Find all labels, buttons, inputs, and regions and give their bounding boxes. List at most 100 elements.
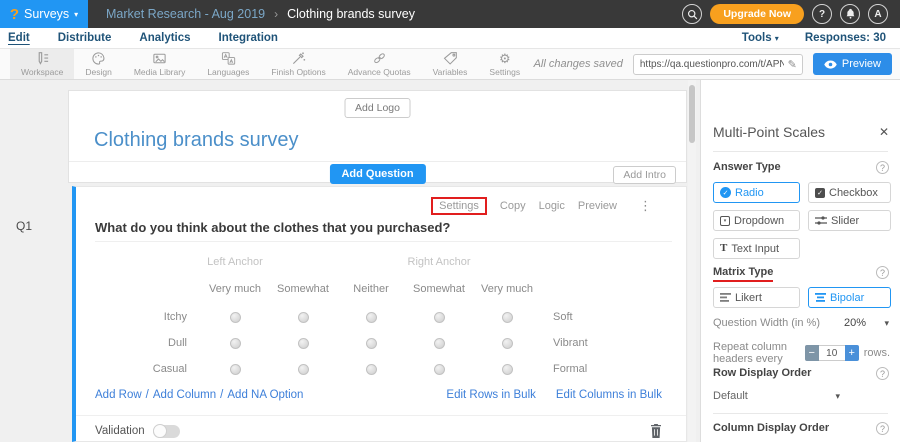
toolbar-item-variables[interactable]: Variables (422, 49, 479, 79)
row-right-label[interactable]: Vibrant (541, 337, 661, 349)
radio-option[interactable] (434, 338, 445, 349)
column-header[interactable]: Neither (337, 283, 405, 295)
surveys-menu[interactable]: ? Surveys ▾ (0, 0, 88, 28)
radio-option[interactable] (298, 364, 309, 375)
row-right-label[interactable]: Soft (541, 311, 661, 323)
likert-icon (720, 293, 731, 302)
answer-type-slider[interactable]: Slider (808, 210, 891, 231)
column-header[interactable]: Somewhat (269, 283, 337, 295)
validation-toggle[interactable] (153, 425, 180, 438)
matrix-type-bipolar[interactable]: Bipolar (808, 287, 891, 308)
survey-url-input[interactable] (634, 59, 788, 70)
radio-option[interactable] (366, 338, 377, 349)
stepper-plus-button[interactable]: + (845, 345, 859, 361)
add-logo-button[interactable]: Add Logo (344, 98, 411, 118)
radio-option[interactable] (366, 364, 377, 375)
chevron-down-icon[interactable]: ▾ (884, 318, 889, 329)
breadcrumb-parent-link[interactable]: Market Research - Aug 2019 (106, 7, 265, 21)
chevron-down-icon: ▾ (835, 391, 840, 402)
close-icon[interactable]: ✕ (879, 125, 889, 139)
answer-type-text-input[interactable]: T Text Input (713, 238, 800, 259)
toolbar-item-languages[interactable]: Languages (196, 49, 260, 79)
help-button[interactable]: ? (812, 4, 832, 24)
radio-option[interactable] (366, 312, 377, 323)
upgrade-now-button[interactable]: Upgrade Now (710, 4, 804, 24)
question-width-value[interactable]: 20% (844, 317, 866, 329)
radio-option[interactable] (230, 338, 241, 349)
tab-edit[interactable]: Edit (8, 32, 30, 44)
toolbar-item-design[interactable]: Design (74, 49, 122, 79)
row-display-help-icon[interactable]: ? (876, 367, 889, 380)
row-right-label[interactable]: Formal (541, 363, 661, 375)
radio-option[interactable] (298, 338, 309, 349)
account-avatar[interactable]: A (868, 4, 888, 24)
notifications-button[interactable] (840, 4, 860, 24)
tools-menu[interactable]: Tools ▾ (742, 32, 779, 44)
column-header[interactable]: Very much (473, 283, 541, 295)
survey-title[interactable]: Clothing brands survey (94, 129, 299, 152)
add-column-link[interactable]: Add Column (153, 389, 216, 401)
question-text[interactable]: What do you think about the clothes that… (95, 220, 450, 235)
delete-question-button[interactable] (650, 424, 662, 438)
question-logic-button[interactable]: Logic (539, 200, 565, 212)
toolbar-item-workspace[interactable]: Workspace (10, 49, 74, 79)
responses-link[interactable]: Responses: 30 (805, 32, 886, 44)
answer-type-checkbox[interactable]: ✓ Checkbox (808, 182, 891, 203)
add-intro-button[interactable]: Add Intro (613, 166, 676, 184)
stepper-minus-button[interactable]: − (805, 345, 819, 361)
row-display-order-value: Default (713, 390, 748, 402)
column-header[interactable]: Somewhat (405, 283, 473, 295)
row-display-order-select[interactable]: Default ▾ (713, 390, 840, 402)
editor-toolbar: Workspace Design Media Library Languages… (0, 49, 900, 80)
scrollbar-thumb[interactable] (689, 85, 695, 143)
row-display-order-label: Row Display Order (713, 367, 811, 379)
radio-option[interactable] (502, 364, 513, 375)
toolbar-item-advance-quotas[interactable]: Advance Quotas (337, 49, 422, 79)
column-display-help-icon[interactable]: ? (876, 422, 889, 435)
matrix-type-likert[interactable]: Likert (713, 287, 800, 308)
toolbar-item-finish-options[interactable]: Finish Options (260, 49, 336, 79)
add-question-button[interactable]: Add Question (329, 164, 425, 184)
preview-button[interactable]: Preview (813, 53, 892, 75)
search-button[interactable] (682, 4, 702, 24)
column-header-row: Very much Somewhat Neither Somewhat Very… (95, 274, 661, 304)
radio-option[interactable] (434, 312, 445, 323)
radio-option[interactable] (230, 312, 241, 323)
radio-option[interactable] (230, 364, 241, 375)
matrix-type-help-icon[interactable]: ? (876, 266, 889, 279)
edit-url-pencil-icon[interactable]: ✎ (788, 58, 802, 71)
tab-distribute[interactable]: Distribute (58, 32, 112, 44)
question-settings-button[interactable]: Settings (431, 197, 487, 215)
row-left-label[interactable]: Casual (95, 363, 201, 375)
add-na-option-link[interactable]: Add NA Option (227, 389, 303, 401)
toolbar-item-settings[interactable]: ⚙ Settings (478, 49, 531, 79)
answer-type-dropdown[interactable]: ▾ Dropdown (713, 210, 800, 231)
radio-option[interactable] (502, 338, 513, 349)
separator: / (220, 389, 223, 401)
vertical-scrollbar[interactable] (688, 80, 696, 442)
add-row-link[interactable]: Add Row (95, 389, 142, 401)
row-left-label[interactable]: Itchy (95, 311, 201, 323)
question-copy-button[interactable]: Copy (500, 200, 526, 212)
product-label: Surveys (24, 7, 69, 21)
divider (69, 161, 686, 162)
dropdown-icon: ▾ (720, 216, 730, 226)
validation-label: Validation (95, 425, 145, 437)
answer-type-help-icon[interactable]: ? (876, 161, 889, 174)
toolbar-item-media-library[interactable]: Media Library (123, 49, 197, 79)
tab-integration[interactable]: Integration (219, 32, 278, 44)
column-header[interactable]: Very much (201, 283, 269, 295)
divider (95, 241, 672, 242)
tab-analytics[interactable]: Analytics (139, 32, 190, 44)
radio-option[interactable] (434, 364, 445, 375)
matrix-type-options: Likert Bipolar (713, 287, 891, 308)
answer-type-radio[interactable]: ✓ Radio (713, 182, 800, 203)
edit-columns-bulk-link[interactable]: Edit Columns in Bulk (556, 389, 662, 401)
row-left-label[interactable]: Dull (95, 337, 201, 349)
radio-option[interactable] (298, 312, 309, 323)
edit-rows-bulk-link[interactable]: Edit Rows in Bulk (446, 389, 535, 401)
question-preview-button[interactable]: Preview (578, 200, 617, 212)
stepper-value[interactable]: 10 (819, 345, 845, 361)
kebab-menu-icon[interactable]: ⋮ (639, 198, 652, 214)
radio-option[interactable] (502, 312, 513, 323)
